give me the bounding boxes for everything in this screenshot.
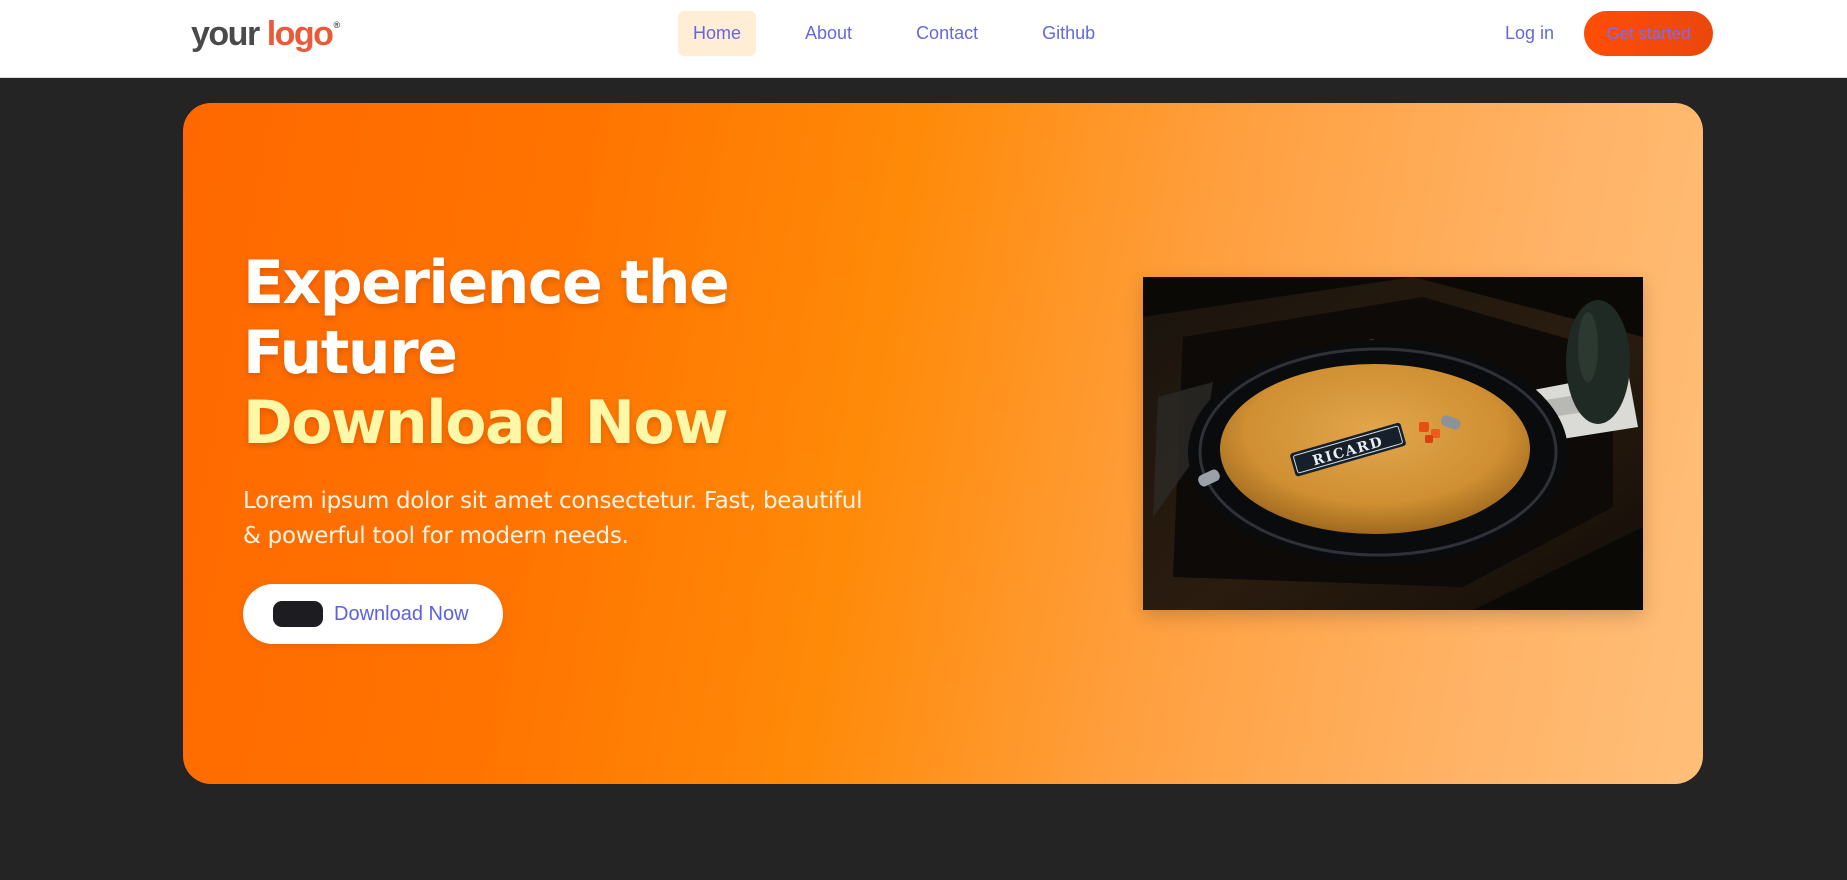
hero-card: Experience the Future Download Now Lorem… (183, 103, 1703, 784)
hero-title: Experience the Future Download Now (243, 248, 730, 458)
logo-word-your: your (191, 15, 260, 53)
hero-image: RICARD (1143, 277, 1643, 610)
logo-word-logo: logo (266, 15, 334, 53)
ashtray-photo: RICARD (1143, 277, 1643, 610)
site-header: your logo ® Home About Contact Github Lo… (0, 0, 1847, 78)
nav-item-contact[interactable]: Contact (901, 11, 993, 56)
login-link[interactable]: Log in (1505, 11, 1554, 56)
hero-title-line-1: Experience the (243, 248, 730, 318)
brand-logo[interactable]: your logo ® (191, 14, 340, 54)
main-nav: Home About Contact Github (678, 11, 1110, 56)
get-started-button[interactable]: Get started (1584, 11, 1713, 56)
hero-description: Lorem ipsum dolor sit amet consectetur. … (243, 488, 863, 549)
nav-item-github[interactable]: Github (1027, 11, 1110, 56)
hero-title-line-2: Future (243, 318, 458, 388)
nav-item-about[interactable]: About (790, 11, 867, 56)
nav-item-home[interactable]: Home (678, 11, 757, 56)
download-button-label: Download Now (334, 602, 469, 625)
hero-title-accent: Download Now (243, 388, 729, 458)
app-store-badge-icon (273, 601, 323, 627)
download-now-button[interactable]: Download Now (243, 584, 503, 644)
registered-mark: ® (333, 20, 341, 30)
